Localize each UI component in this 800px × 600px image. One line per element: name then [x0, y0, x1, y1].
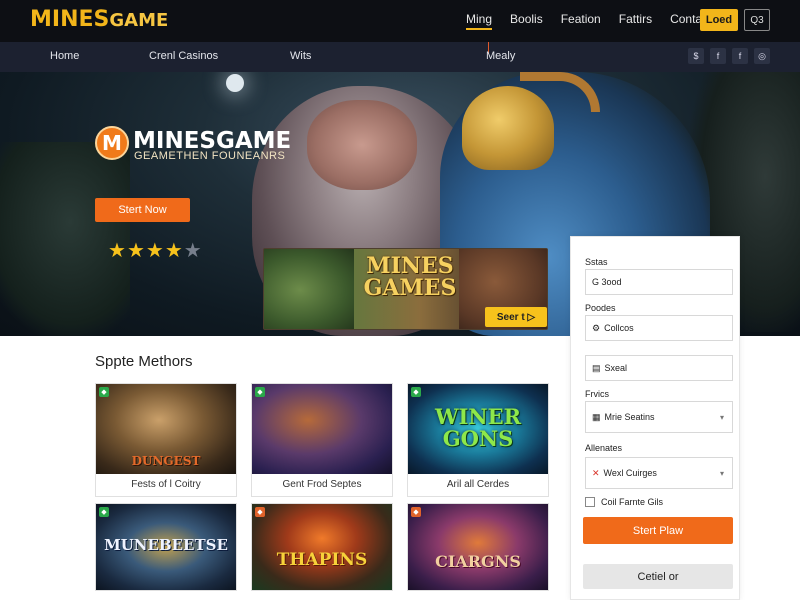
- banner-start-button[interactable]: Seer t ▷: [485, 307, 547, 327]
- close-icon: ✕: [592, 467, 600, 478]
- filter-label-alternates: Allenates: [585, 443, 623, 453]
- card-badge-icon: ◆: [99, 507, 109, 517]
- banner-title: MINES GAMES: [363, 253, 457, 301]
- nav-item-ming[interactable]: Ming: [466, 12, 493, 30]
- providers-field-value: Collcos: [604, 323, 634, 333]
- game-thumbnail: ◆ CIARGNS: [408, 504, 548, 590]
- top-navbar: MINESGAME Ming Boolis Feation Fattirs Co…: [0, 0, 800, 42]
- providers-field[interactable]: ⚙ Collcos: [585, 315, 733, 341]
- game-thumbnail: ◆ MUNEBEETSE: [96, 504, 236, 590]
- brand-badge-icon: M: [95, 126, 129, 160]
- main-nav: Ming Boolis Feation Fattirs Contacts: [466, 12, 735, 30]
- hero-tagline: GEAMETHEN FOUNEANRS: [134, 150, 286, 162]
- site-logo[interactable]: MINESGAME: [30, 7, 168, 32]
- banner-left-art: [264, 249, 354, 329]
- features-select-value: Mrie Seatins: [604, 412, 655, 422]
- nav-item-boolis[interactable]: Boolis: [510, 12, 543, 30]
- card-badge-icon: ◆: [99, 387, 109, 397]
- game-card-caption: Fests of l Coitry: [131, 479, 201, 490]
- game-card[interactable]: ◆ Gent Frod Septes: [251, 383, 393, 497]
- game-thumbnail: ◆: [252, 384, 392, 474]
- gear-icon: ⚙: [592, 322, 601, 333]
- card-badge-icon: ◆: [255, 387, 265, 397]
- cancel-button[interactable]: Cetiel or: [583, 564, 733, 589]
- golden-helmet-art: [462, 86, 554, 170]
- game-thumbnail: ◆ THAPINS: [252, 504, 392, 590]
- game-card[interactable]: ◆ DUNGEST Fests of l Coitry: [95, 383, 237, 497]
- card-art-title: MUNEBEETSE: [104, 536, 228, 554]
- filter-label-features: Frvics: [585, 389, 609, 399]
- alternates-select[interactable]: ✕ Wexl Cuirges ▾: [585, 457, 733, 489]
- card-badge-icon: ◆: [411, 507, 421, 517]
- filter-panel: Sstas G 3ood Poodes ⚙ Collcos ▤ Sxeal Fr…: [570, 236, 740, 600]
- nav-item-fattirs[interactable]: Fattirs: [619, 12, 652, 30]
- game-card[interactable]: ◆ THAPINS: [251, 503, 393, 591]
- game-card[interactable]: ◆ MUNEBEETSE: [95, 503, 237, 591]
- card-badge-icon: ◆: [411, 387, 421, 397]
- filter-label-providers: Poodes: [585, 303, 616, 313]
- logo-sub-text: GAME: [109, 10, 169, 31]
- document-icon: ▤: [592, 362, 601, 373]
- game-card[interactable]: ◆ WINER GONS Aril all Cerdes: [407, 383, 549, 497]
- social-links: $ f f ◎: [688, 48, 770, 64]
- dollar-icon[interactable]: $: [688, 48, 704, 64]
- status-field-value: G 3ood: [592, 277, 622, 287]
- game-card-caption: Aril all Cerdes: [446, 479, 510, 490]
- search-field[interactable]: ▤ Sxeal: [585, 355, 733, 381]
- game-card-caption: Gent Frod Septes: [282, 479, 362, 490]
- checkbox-label: Coil Farnte Gils: [601, 497, 664, 507]
- star-icon: ★: [145, 240, 165, 262]
- star-icon: ★: [164, 240, 184, 262]
- logo-main-text: MINES: [30, 7, 110, 32]
- facebook-icon[interactable]: f: [732, 48, 748, 64]
- subnav-wits[interactable]: Wits: [290, 50, 311, 62]
- subnav-mealy[interactable]: Mealy: [486, 50, 515, 62]
- table-icon: ▦: [592, 411, 601, 422]
- filter-checkbox[interactable]: Coil Farnte Gils: [585, 497, 663, 507]
- chevron-down-icon: ▾: [719, 412, 724, 422]
- section-title: Sppte Methors: [95, 353, 193, 370]
- search-field-value: Sxeal: [604, 363, 628, 373]
- star-icon: ★: [126, 240, 146, 262]
- troll-face-art: [307, 100, 417, 190]
- start-now-button[interactable]: Stert Now: [95, 198, 190, 222]
- moon-graphic: [226, 74, 244, 92]
- card-art-title: THAPINS: [276, 550, 368, 570]
- checkbox-box[interactable]: [585, 497, 595, 507]
- secondary-nav: Home Crenl Casinos Wits Mealy $ f f ◎: [0, 42, 800, 72]
- facebook-icon[interactable]: f: [710, 48, 726, 64]
- target-icon[interactable]: ◎: [754, 48, 770, 64]
- game-card[interactable]: ◆ CIARGNS: [407, 503, 549, 591]
- star-icon: ★: [108, 240, 127, 262]
- alternates-select-value: Wexl Cuirges: [603, 468, 657, 478]
- features-select[interactable]: ▦ Mrie Seatins ▾: [585, 401, 733, 433]
- card-art-title: DUNGEST: [131, 454, 201, 468]
- nav-item-feation[interactable]: Feation: [561, 12, 601, 30]
- search-button[interactable]: Q3: [744, 9, 770, 31]
- status-field[interactable]: G 3ood: [585, 269, 733, 295]
- featured-game-banner[interactable]: MINES GAMES Seer t ▷: [263, 248, 548, 330]
- chevron-down-icon: ▾: [719, 468, 724, 478]
- star-icon: ★: [183, 240, 203, 262]
- subnav-casinos[interactable]: Crenl Casinos: [149, 50, 218, 62]
- game-thumbnail: ◆ DUNGEST: [96, 384, 236, 474]
- filter-label-status: Sstas: [585, 257, 608, 267]
- start-play-button[interactable]: Stert Plaw: [583, 517, 733, 544]
- card-art-title: WINER GONS: [434, 404, 522, 451]
- subnav-home[interactable]: Home: [50, 50, 79, 62]
- game-thumbnail: ◆ WINER GONS: [408, 384, 548, 474]
- rating-stars: ★★★★★: [108, 238, 203, 263]
- load-button[interactable]: Loed: [700, 9, 738, 31]
- card-badge-icon: ◆: [255, 507, 265, 517]
- card-art-title: CIARGNS: [435, 552, 521, 571]
